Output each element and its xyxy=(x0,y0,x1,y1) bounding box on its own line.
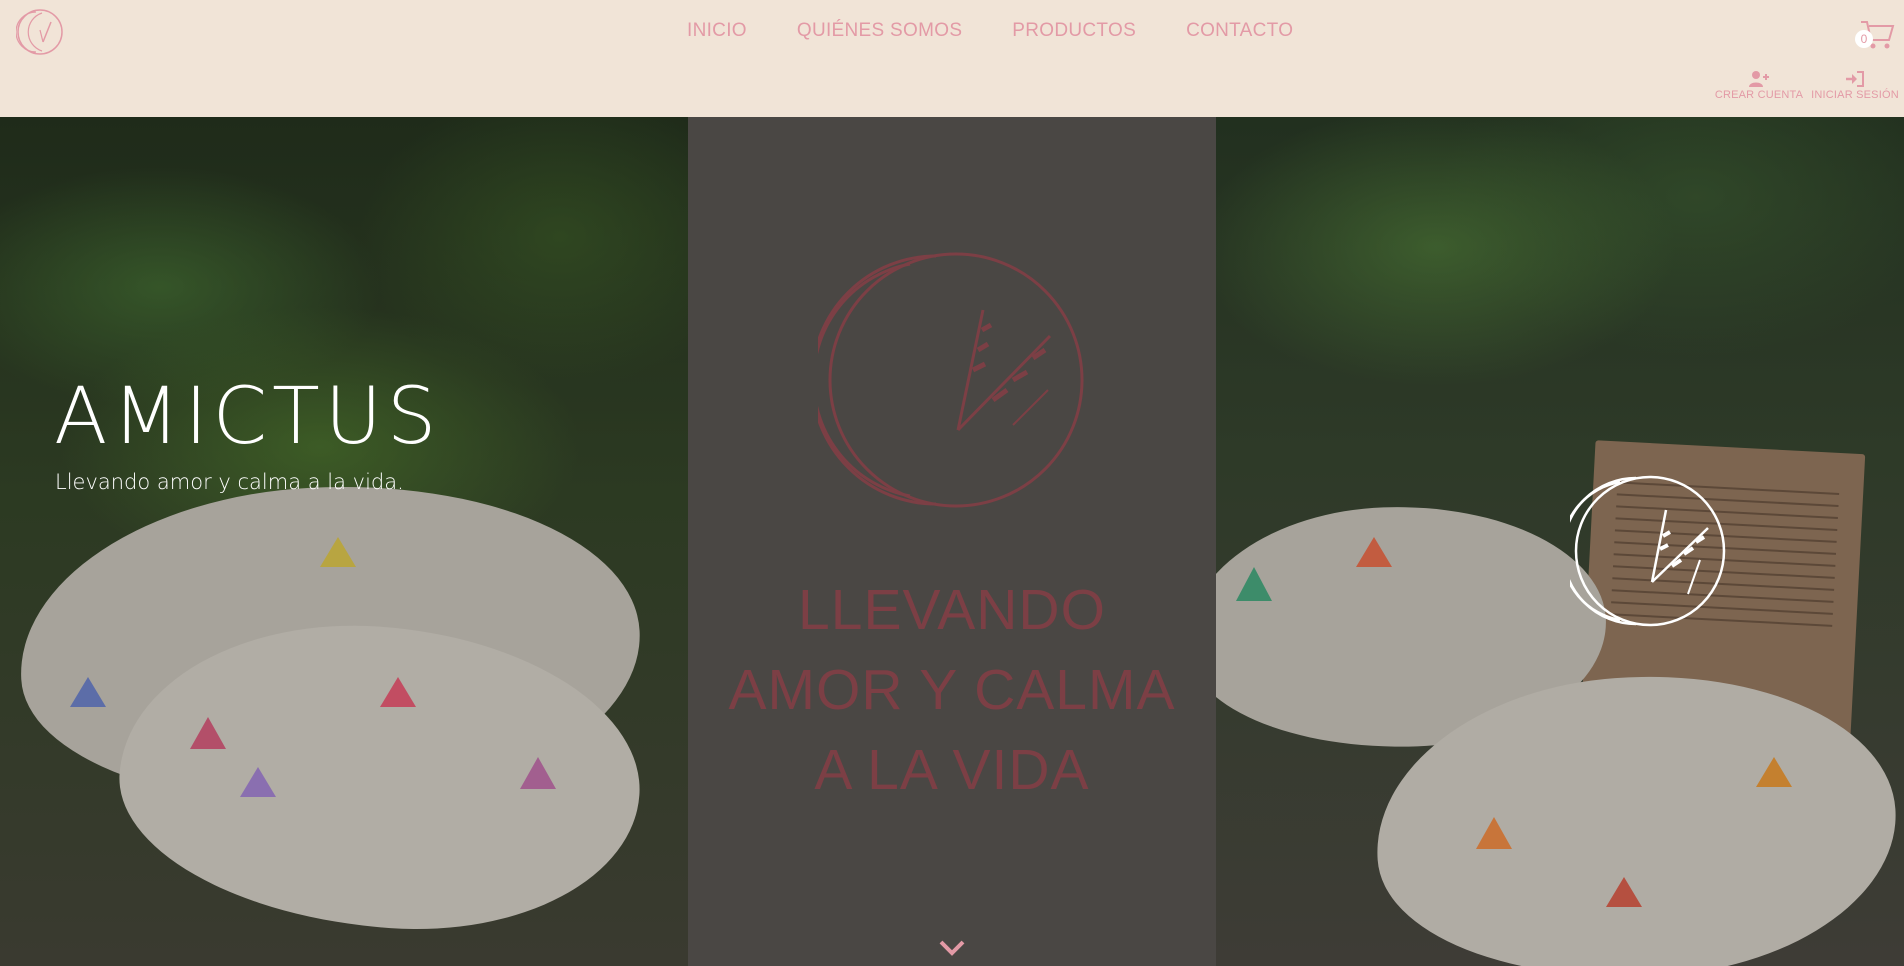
user-plus-icon xyxy=(1749,71,1769,87)
pattern-triangle xyxy=(190,717,226,749)
create-account-link[interactable]: CREAR CUENTA xyxy=(1714,70,1804,101)
site-header: INICIO QUIÉNES SOMOS PRODUCTOS CONTACTO … xyxy=(0,0,1904,117)
nav-productos[interactable]: PRODUCTOS xyxy=(1012,20,1136,42)
nav-inicio[interactable]: INICIO xyxy=(687,20,747,42)
center-logo-icon xyxy=(818,252,1084,508)
pattern-triangle xyxy=(1356,537,1392,567)
center-slogan-line: LLEVANDO xyxy=(798,578,1106,642)
pattern-triangle xyxy=(1476,817,1512,849)
nav-quienes-somos[interactable]: QUIÉNES SOMOS xyxy=(797,20,962,42)
hero-center-panel xyxy=(688,117,1216,966)
center-slogan-line: AMOR Y CALMA xyxy=(728,658,1176,722)
hero-photo-left xyxy=(0,117,688,966)
login-label: INICIAR SESIÓN xyxy=(1811,89,1899,101)
main-nav: INICIO QUIÉNES SOMOS PRODUCTOS CONTACTO xyxy=(687,20,1293,42)
pattern-triangle xyxy=(320,537,356,567)
pattern-triangle xyxy=(70,677,106,707)
center-slogan-line: A LA VIDA xyxy=(814,738,1090,802)
right-logo-icon xyxy=(1570,475,1726,627)
chevron-down-icon[interactable] xyxy=(938,939,966,957)
pattern-triangle xyxy=(1756,757,1792,787)
pattern-triangle xyxy=(520,757,556,789)
brand-title: AMICTUS xyxy=(54,372,442,462)
hero-photo-right xyxy=(1216,117,1904,966)
sign-in-icon xyxy=(1846,71,1864,87)
brand-tagline: Llevando amor y calma a la vida. xyxy=(55,470,404,494)
pattern-triangle xyxy=(1236,567,1272,601)
logo-icon[interactable] xyxy=(16,8,64,56)
pattern-triangle xyxy=(240,767,276,797)
nav-contacto[interactable]: CONTACTO xyxy=(1186,20,1293,42)
create-account-label: CREAR CUENTA xyxy=(1714,89,1804,101)
center-slogan: LLEVANDO AMOR Y CALMA A LA VIDA xyxy=(688,570,1216,810)
cart-count-badge: 0 xyxy=(1855,30,1873,48)
pattern-triangle xyxy=(1606,877,1642,907)
login-link[interactable]: INICIAR SESIÓN xyxy=(1808,70,1902,101)
pattern-triangle xyxy=(380,677,416,707)
